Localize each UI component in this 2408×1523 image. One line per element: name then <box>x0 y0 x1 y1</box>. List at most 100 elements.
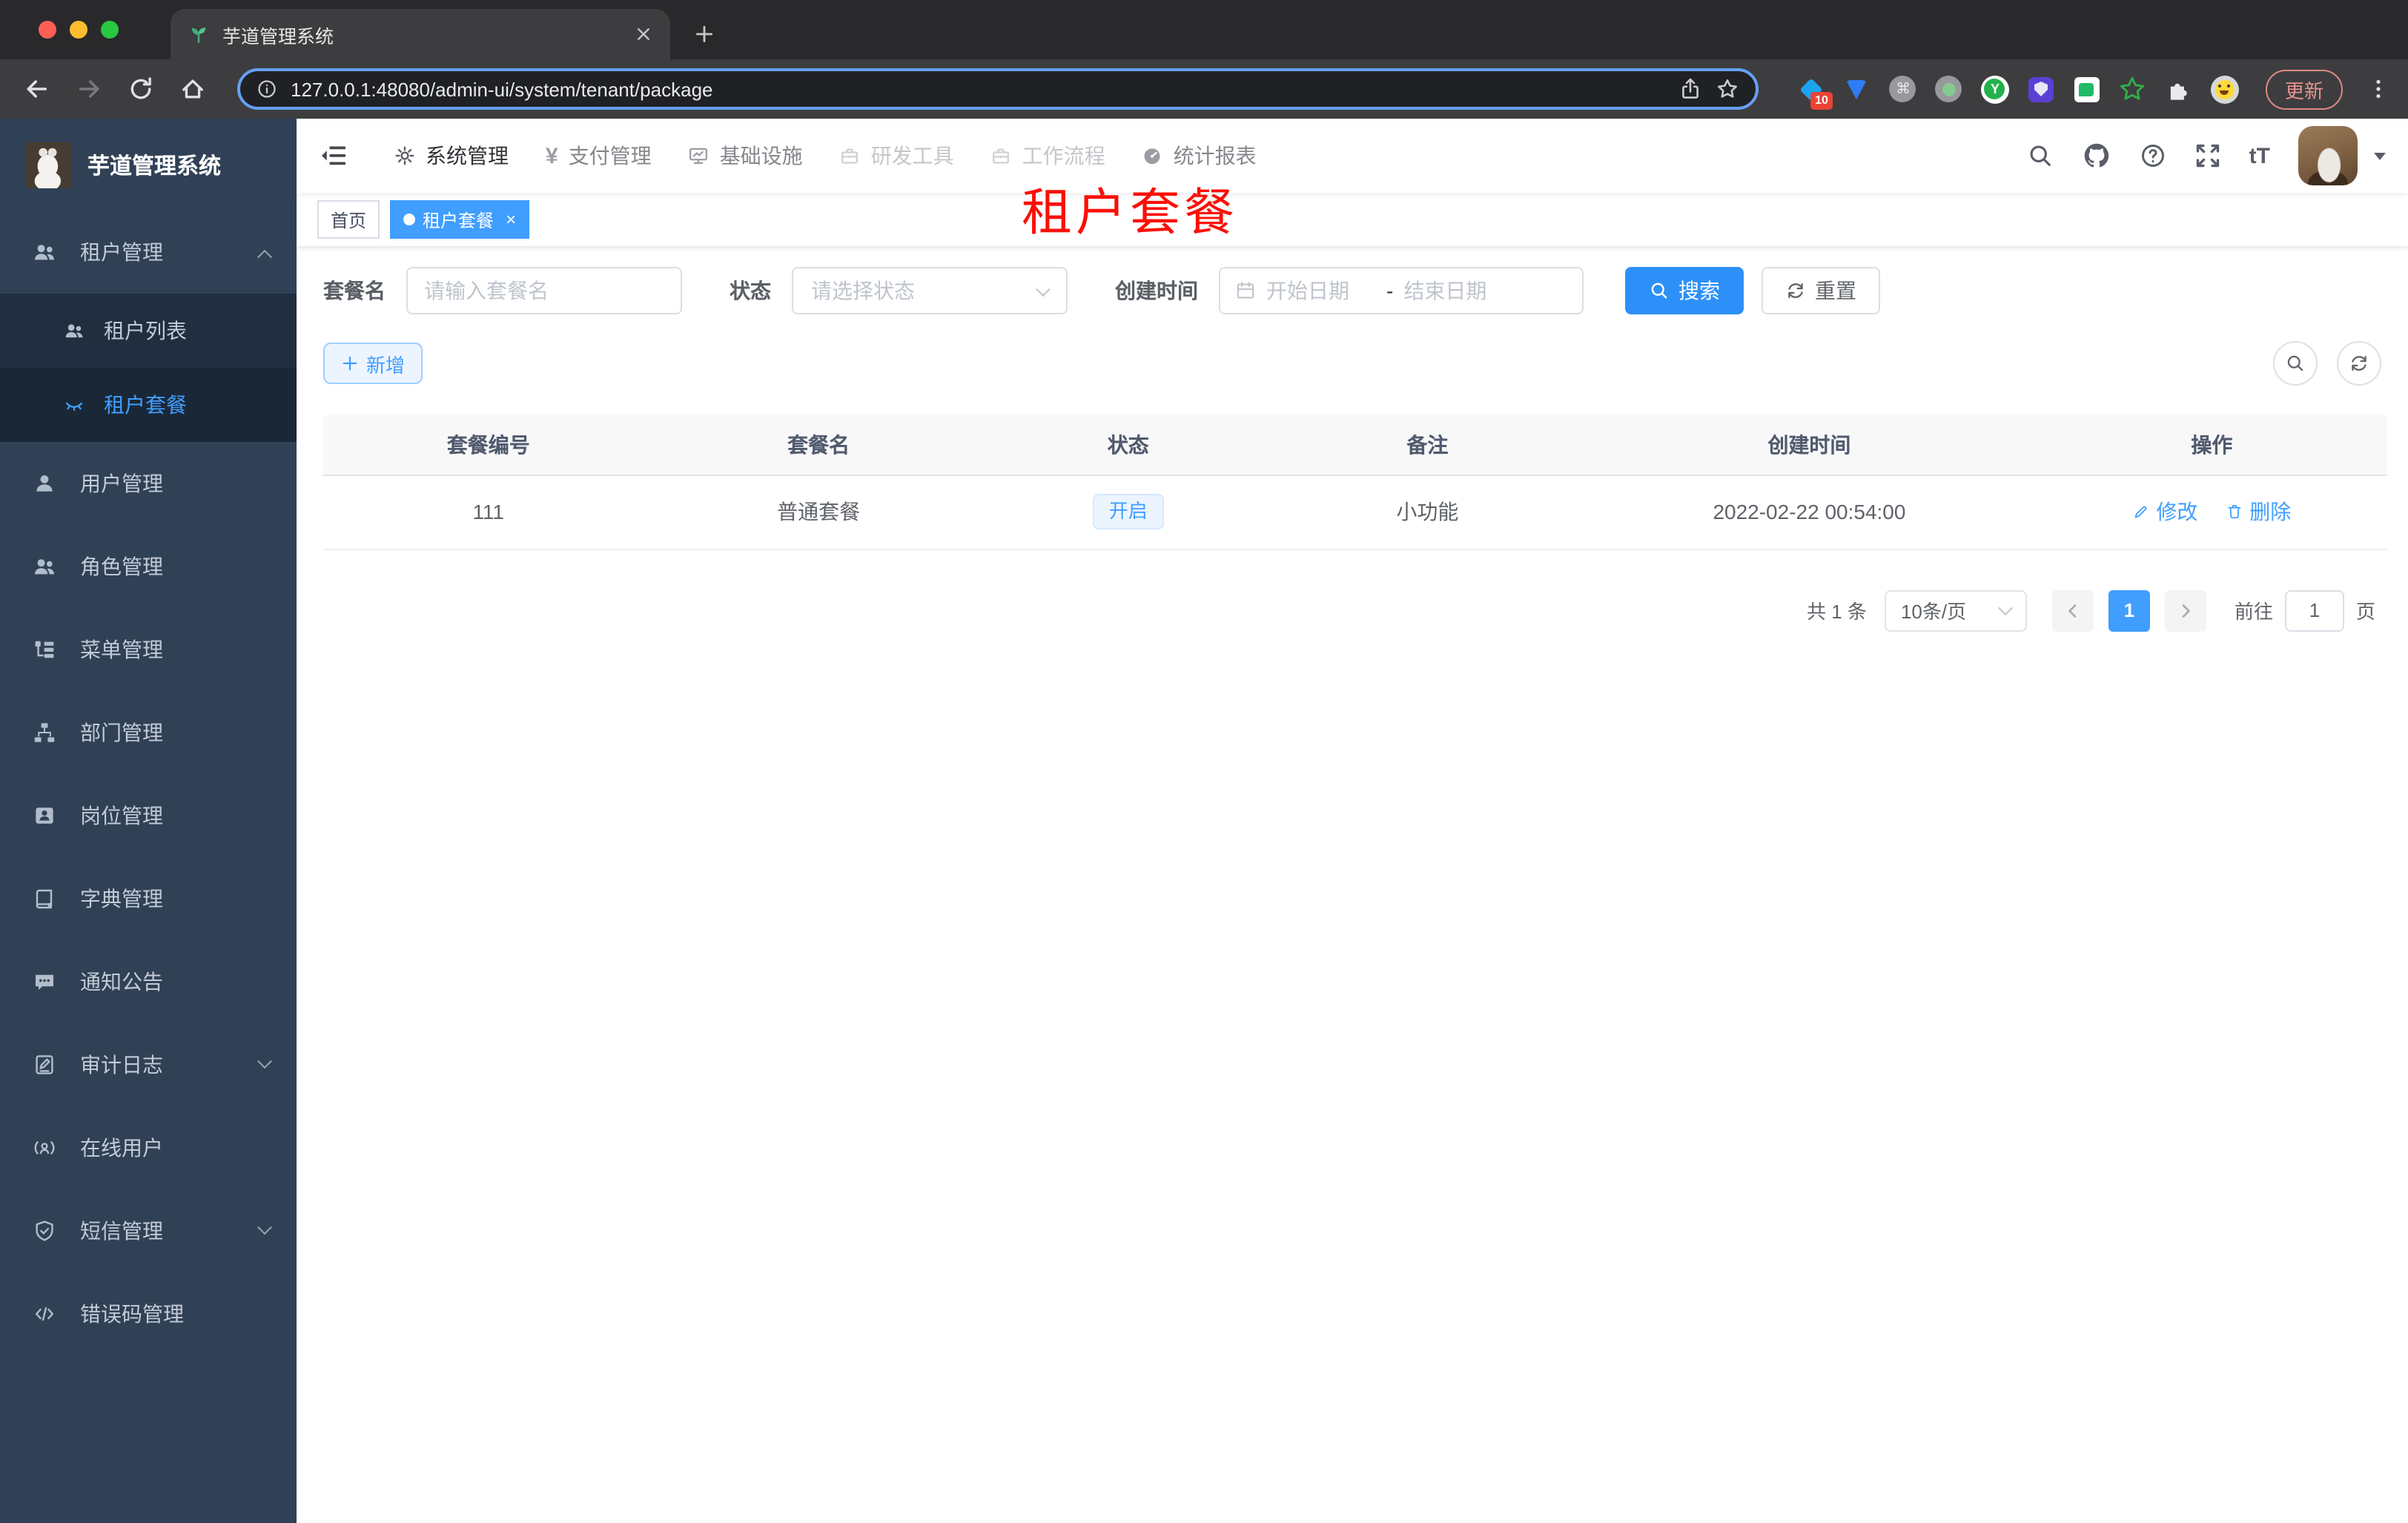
browser-update-button[interactable]: 更新 <box>2265 69 2343 109</box>
share-icon[interactable] <box>1678 77 1702 101</box>
github-icon[interactable] <box>2082 141 2111 171</box>
sidebar-item-sms-management[interactable]: 短信管理 <box>0 1189 297 1272</box>
add-button-label: 新增 <box>366 354 406 376</box>
topnav-item-system[interactable]: 系统管理 <box>394 141 509 171</box>
sidebar-item-tenant-management[interactable]: 租户管理 <box>0 211 297 294</box>
sidebar-item-notice[interactable]: 通知公告 <box>0 940 297 1023</box>
tag-close-icon[interactable]: × <box>506 211 516 228</box>
plus-icon <box>343 356 357 371</box>
chevron-up-icon <box>257 248 272 264</box>
sidebar-item-dict-management[interactable]: 字典管理 <box>0 857 297 940</box>
extension-emoji-icon[interactable] <box>2210 75 2239 103</box>
topnav-item-label: 研发工具 <box>870 144 954 168</box>
sidebar-item-post-management[interactable]: 岗位管理 <box>0 774 297 857</box>
browser-tab[interactable]: 芋道管理系统 <box>171 9 670 59</box>
package-name-input[interactable] <box>406 267 682 314</box>
edit-link[interactable]: 修改 <box>2132 497 2197 526</box>
reload-button[interactable] <box>122 70 160 108</box>
tab-close-icon[interactable] <box>635 25 652 43</box>
topnav-item-label: 基础设施 <box>719 144 803 168</box>
date-start-input[interactable] <box>1266 279 1376 303</box>
reset-button-label: 重置 <box>1815 279 1856 303</box>
topnav-item-infra[interactable]: 基础设施 <box>689 141 803 171</box>
chevron-down-icon <box>257 1053 272 1068</box>
table-tools <box>2273 341 2387 386</box>
browser-menu-icon[interactable] <box>2366 77 2390 101</box>
chevron-down-icon <box>1998 601 2013 616</box>
peoples-icon <box>35 559 54 575</box>
user-avatar[interactable] <box>2298 126 2358 185</box>
sidebar-item-error-code[interactable]: 错误码管理 <box>0 1272 297 1355</box>
date-end-input[interactable] <box>1403 279 1514 303</box>
cell-remark: 小功能 <box>1272 475 1583 549</box>
new-tab-button[interactable] <box>685 15 724 53</box>
next-page-button[interactable] <box>2164 589 2206 631</box>
close-window-button[interactable] <box>39 21 56 39</box>
extension-diamond-icon[interactable]: 10 <box>1797 75 1833 109</box>
col-package-name: 套餐名 <box>653 415 984 475</box>
page-size-select[interactable]: 10条/页 <box>1884 589 2027 631</box>
add-button[interactable]: 新增 <box>323 343 423 384</box>
search-icon <box>1651 283 1667 299</box>
extension-record-icon[interactable] <box>1935 75 1963 103</box>
delete-link[interactable]: 删除 <box>2226 497 2291 526</box>
sidebar-item-tenant-list[interactable]: 租户列表 <box>0 294 297 368</box>
sidebar-item-label: 短信管理 <box>80 1219 163 1243</box>
goto-page-input[interactable] <box>2284 589 2344 631</box>
sidebar-item-online-users[interactable]: 在线用户 <box>0 1106 297 1189</box>
date-range-picker[interactable]: - <box>1219 267 1584 314</box>
table-header-row: 套餐编号 套餐名 状态 备注 创建时间 操作 <box>323 415 2387 475</box>
active-dot <box>403 214 416 225</box>
bookmark-star-icon[interactable] <box>1716 77 1739 101</box>
sidebar-item-tenant-package[interactable]: 租户套餐 <box>0 368 297 442</box>
extension-chat-icon[interactable] <box>2073 75 2101 103</box>
header-search-icon[interactable] <box>2027 142 2054 169</box>
extension-command-icon[interactable]: ⌘ <box>1889 75 1917 103</box>
online-user-icon <box>34 1141 55 1154</box>
topnav-item-workflow[interactable]: 工作流程 <box>991 141 1105 171</box>
sidebar-item-dept-management[interactable]: 部门管理 <box>0 691 297 774</box>
extension-y-icon[interactable]: Y <box>1980 75 2009 103</box>
font-size-icon[interactable]: tT <box>2249 145 2270 167</box>
fullscreen-icon[interactable] <box>2194 142 2221 169</box>
sidebar-item-menu-management[interactable]: 菜单管理 <box>0 608 297 691</box>
prev-page-button[interactable] <box>2051 589 2094 631</box>
eye-closed-icon <box>65 402 83 412</box>
home-button[interactable] <box>173 70 212 108</box>
minimize-window-button[interactable] <box>70 21 87 39</box>
sidebar-item-audit-log[interactable]: 审计日志 <box>0 1023 297 1106</box>
sidebar-logo[interactable]: 芋道管理系统 <box>0 119 297 211</box>
site-info-icon[interactable] <box>257 79 277 99</box>
zoom-window-button[interactable] <box>101 21 119 39</box>
search-button[interactable]: 搜索 <box>1625 267 1744 314</box>
status-toggle-tag[interactable]: 开启 <box>1092 493 1164 530</box>
avatar-caret-icon[interactable] <box>2374 153 2386 166</box>
monitor-icon <box>689 148 708 164</box>
tag-home[interactable]: 首页 <box>317 200 380 239</box>
message-icon <box>36 974 53 990</box>
topnav-item-reports[interactable]: 统计报表 <box>1142 141 1257 171</box>
col-package-id: 套餐编号 <box>323 415 654 475</box>
extension-shield-icon[interactable] <box>2027 75 2055 103</box>
sidebar-item-role-management[interactable]: 角色管理 <box>0 525 297 608</box>
forward-button[interactable] <box>70 70 108 108</box>
topnav-item-devtools[interactable]: 研发工具 <box>840 141 954 171</box>
reset-button[interactable]: 重置 <box>1762 267 1880 314</box>
sidebar-fold-icon[interactable] <box>319 141 348 171</box>
tag-tenant-package[interactable]: 租户套餐 × <box>390 200 530 239</box>
toggle-search-button[interactable] <box>2273 341 2318 386</box>
status-select[interactable]: 请选择状态 <box>792 267 1068 314</box>
topnav-item-payment[interactable]: ¥ 支付管理 <box>546 141 652 171</box>
toolbox-icon <box>993 148 1010 164</box>
extension-gem-icon[interactable] <box>1843 75 1871 103</box>
help-icon[interactable] <box>2140 142 2166 169</box>
back-button[interactable] <box>18 70 56 108</box>
sidebar-item-user-management[interactable]: 用户管理 <box>0 442 297 525</box>
extensions-puzzle-icon[interactable] <box>2165 75 2193 103</box>
url-bar[interactable]: 127.0.0.1:48080/admin-ui/system/tenant/p… <box>237 68 1759 110</box>
edit-link-label: 修改 <box>2156 500 2198 523</box>
chevron-right-icon <box>2182 604 2190 617</box>
current-page-button[interactable]: 1 <box>2108 589 2150 631</box>
extension-star-icon[interactable] <box>2119 75 2147 103</box>
refresh-table-button[interactable] <box>2337 341 2381 386</box>
